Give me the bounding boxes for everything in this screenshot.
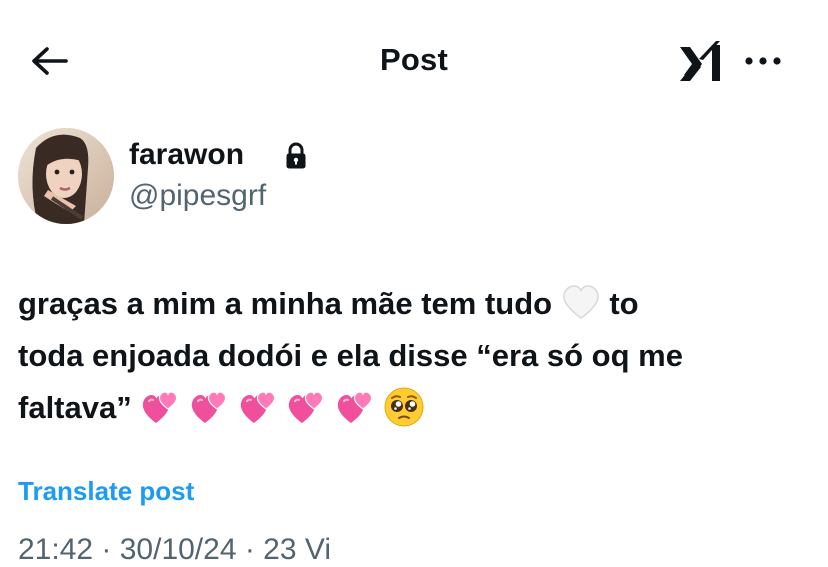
post-text-part: to [609, 286, 639, 321]
two-hearts-icon [289, 391, 324, 423]
post-text: graças a mim a minha mãe tem tudo to tod… [18, 278, 808, 434]
display-name[interactable]: farawon [129, 138, 244, 172]
two-hearts-icon [240, 391, 275, 423]
pleading-face-icon [384, 387, 424, 427]
avatar-photo [18, 128, 114, 224]
post-line-1: graças a mim a minha mãe tem tudo to [18, 278, 808, 330]
white-heart-icon [562, 285, 599, 319]
post-text-part: faltava” [18, 390, 132, 425]
two-hearts-icon [191, 391, 227, 423]
lock-icon [286, 142, 306, 169]
translate-post-link[interactable]: Translate post [18, 476, 194, 507]
author-row: farawon @pipesgrf [18, 128, 818, 228]
user-handle[interactable]: @pipesgrf [129, 179, 266, 213]
top-bar: Post [0, 0, 828, 120]
post-text-part: graças a mim a minha mãe tem tudo [18, 286, 553, 321]
post-line-3: faltava” [18, 382, 808, 434]
post-line-2: toda enjoada dodói e ela disse “era só o… [18, 338, 683, 373]
post-timestamp-views: 21:42 · 30/10/24 · 23 Vi [18, 533, 332, 566]
grok-icon [680, 41, 720, 81]
avatar[interactable] [18, 128, 114, 224]
grok-button[interactable] [676, 37, 726, 85]
more-options-button[interactable] [742, 44, 786, 78]
two-hearts-icon [337, 391, 373, 423]
two-hearts-icon [143, 391, 178, 423]
more-horizontal-icon [745, 57, 781, 65]
